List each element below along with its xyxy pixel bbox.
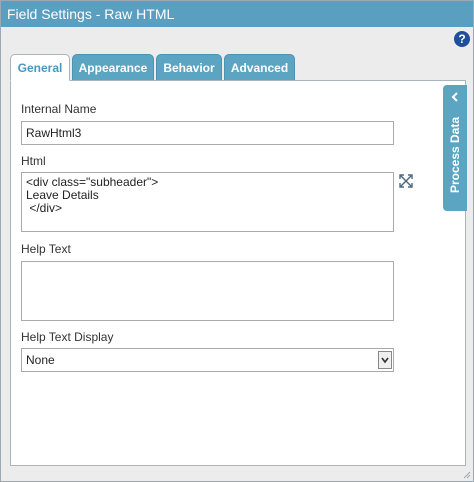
- internal-name-input[interactable]: RawHtml3: [21, 121, 394, 145]
- tab-advanced[interactable]: Advanced: [224, 54, 295, 81]
- field-settings-dialog: Field Settings - Raw HTML ? General Appe…: [0, 0, 474, 482]
- tab-general[interactable]: General: [10, 54, 70, 81]
- help-text-display-value: None: [26, 353, 55, 367]
- help-text-display-select[interactable]: None: [21, 348, 394, 372]
- internal-name-label: Internal Name: [21, 102, 97, 116]
- html-textarea[interactable]: <div class="subheader"> Leave Details </…: [21, 172, 394, 232]
- resize-grip-icon[interactable]: [461, 469, 471, 479]
- help-text-display-label: Help Text Display: [21, 330, 114, 344]
- help-text-label: Help Text: [21, 242, 71, 256]
- process-data-label: Process Data: [448, 116, 462, 194]
- expand-icon[interactable]: [398, 173, 414, 189]
- help-text-textarea[interactable]: [21, 261, 394, 321]
- process-data-tab[interactable]: Process Data: [443, 85, 467, 211]
- tab-behavior[interactable]: Behavior: [156, 54, 222, 81]
- chevron-left-icon[interactable]: [449, 91, 461, 103]
- help-icon[interactable]: ?: [454, 31, 470, 47]
- html-label: Html: [21, 154, 46, 168]
- tab-appearance[interactable]: Appearance: [72, 54, 154, 81]
- chevron-down-icon[interactable]: [378, 351, 392, 369]
- dialog-title: Field Settings - Raw HTML: [1, 1, 473, 27]
